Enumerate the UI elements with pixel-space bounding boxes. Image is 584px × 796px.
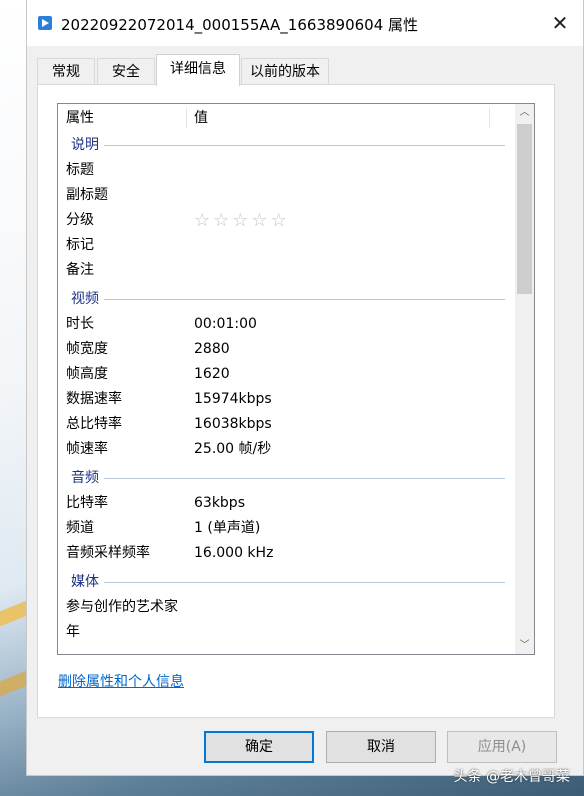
group-divider bbox=[104, 478, 505, 479]
group-divider bbox=[104, 299, 505, 300]
window-title: 20220922072014_000155AA_1663890604 属性 bbox=[61, 16, 419, 34]
group-label: 媒体 bbox=[71, 574, 99, 590]
list-item[interactable]: 标记 bbox=[58, 233, 515, 258]
property-key: 帧高度 bbox=[66, 366, 108, 382]
list-item[interactable]: 数据速率 15974kbps bbox=[58, 387, 515, 412]
property-key: 总比特率 bbox=[66, 416, 122, 432]
property-key: 分级 bbox=[66, 212, 94, 228]
list-item[interactable]: 年 bbox=[58, 620, 515, 645]
property-key: 帧宽度 bbox=[66, 341, 108, 357]
property-key: 年 bbox=[66, 624, 80, 640]
list-item[interactable]: 比特率 63kbps bbox=[58, 491, 515, 516]
group-audio: 音频 bbox=[58, 467, 515, 489]
tab-details[interactable]: 详细信息 bbox=[156, 54, 240, 86]
tab-previous-versions[interactable]: 以前的版本 bbox=[241, 58, 329, 85]
close-button[interactable]: ✕ bbox=[537, 0, 583, 46]
scroll-down-arrow[interactable]: ﹀ bbox=[515, 637, 534, 654]
list-item[interactable]: 总比特率 16038kbps bbox=[58, 412, 515, 437]
property-list: 属性 值 说明 标题 副标题 分级 ☆ ☆ ☆ ☆ ☆ 标记 备注 视频 时长 … bbox=[57, 103, 535, 655]
remove-properties-link[interactable]: 删除属性和个人信息 bbox=[58, 671, 184, 691]
tab-security[interactable]: 安全 bbox=[97, 58, 155, 85]
property-value: 00:01:00 bbox=[194, 316, 257, 332]
list-item[interactable]: 时长 00:01:00 bbox=[58, 312, 515, 337]
star-icon[interactable]: ☆ bbox=[194, 210, 210, 231]
property-value: 63kbps bbox=[194, 495, 245, 511]
group-description: 说明 bbox=[58, 134, 515, 156]
ok-button[interactable]: 确定 bbox=[204, 731, 314, 763]
property-key: 时长 bbox=[66, 316, 94, 332]
star-icon[interactable]: ☆ bbox=[271, 210, 287, 231]
group-label: 视频 bbox=[71, 291, 99, 307]
property-key: 比特率 bbox=[66, 495, 108, 511]
title-bar: 20220922072014_000155AA_1663890604 属性 ✕ bbox=[27, 0, 583, 46]
group-media: 媒体 bbox=[58, 571, 515, 593]
star-icon[interactable]: ☆ bbox=[251, 210, 267, 231]
property-key: 标题 bbox=[66, 162, 94, 178]
property-list-content: 属性 值 说明 标题 副标题 分级 ☆ ☆ ☆ ☆ ☆ 标记 备注 视频 时长 … bbox=[58, 104, 515, 654]
apply-button[interactable]: 应用(A) bbox=[447, 731, 557, 763]
tab-general[interactable]: 常规 bbox=[37, 58, 95, 85]
property-value: 1 (单声道) bbox=[194, 520, 261, 536]
list-item[interactable]: 帧高度 1620 bbox=[58, 362, 515, 387]
property-key: 数据速率 bbox=[66, 391, 122, 407]
video-file-icon bbox=[38, 16, 52, 30]
column-divider[interactable] bbox=[489, 108, 490, 128]
rating-stars[interactable]: ☆ ☆ ☆ ☆ ☆ bbox=[194, 208, 290, 235]
scroll-up-arrow[interactable]: ︿ bbox=[515, 104, 534, 121]
property-key: 频道 bbox=[66, 520, 94, 536]
property-key: 参与创作的艺术家 bbox=[66, 599, 178, 615]
list-item[interactable]: 帧速率 25.00 帧/秒 bbox=[58, 437, 515, 462]
group-video: 视频 bbox=[58, 288, 515, 310]
vertical-scrollbar[interactable]: ︿ ﹀ bbox=[515, 104, 534, 654]
details-panel: 属性 值 说明 标题 副标题 分级 ☆ ☆ ☆ ☆ ☆ 标记 备注 视频 时长 … bbox=[37, 84, 555, 718]
scrollbar-thumb[interactable] bbox=[517, 124, 532, 294]
list-header: 属性 值 bbox=[58, 104, 515, 132]
list-item[interactable]: 备注 bbox=[58, 258, 515, 283]
property-value: 15974kbps bbox=[194, 391, 272, 407]
group-label: 音频 bbox=[71, 470, 99, 486]
star-icon[interactable]: ☆ bbox=[232, 210, 248, 231]
list-item[interactable]: 标题 bbox=[58, 158, 515, 183]
property-key: 标记 bbox=[66, 237, 94, 253]
star-icon[interactable]: ☆ bbox=[213, 210, 229, 231]
list-item[interactable]: 副标题 bbox=[58, 183, 515, 208]
column-header-property[interactable]: 属性 bbox=[58, 104, 186, 132]
cancel-button[interactable]: 取消 bbox=[326, 731, 436, 763]
property-key: 帧速率 bbox=[66, 441, 108, 457]
property-key: 音频采样频率 bbox=[66, 545, 150, 561]
list-item[interactable]: 帧宽度 2880 bbox=[58, 337, 515, 362]
group-divider bbox=[104, 145, 505, 146]
property-key: 副标题 bbox=[66, 187, 108, 203]
property-value: 2880 bbox=[194, 341, 230, 357]
property-value: 16038kbps bbox=[194, 416, 272, 432]
properties-dialog: 20220922072014_000155AA_1663890604 属性 ✕ … bbox=[26, 0, 584, 776]
property-value: 16.000 kHz bbox=[194, 545, 274, 561]
list-item[interactable]: 分级 ☆ ☆ ☆ ☆ ☆ bbox=[58, 208, 515, 233]
property-value: 1620 bbox=[194, 366, 230, 382]
watermark: 头条 @老木曾哥菜 bbox=[453, 769, 570, 785]
list-item[interactable]: 音频采样频率 16.000 kHz bbox=[58, 541, 515, 566]
property-key: 备注 bbox=[66, 262, 94, 278]
list-item[interactable]: 频道 1 (单声道) bbox=[58, 516, 515, 541]
group-label: 说明 bbox=[71, 137, 99, 153]
list-item[interactable]: 参与创作的艺术家 bbox=[58, 595, 515, 620]
column-header-value[interactable]: 值 bbox=[186, 104, 489, 132]
group-divider bbox=[104, 582, 505, 583]
property-value: 25.00 帧/秒 bbox=[194, 441, 272, 457]
